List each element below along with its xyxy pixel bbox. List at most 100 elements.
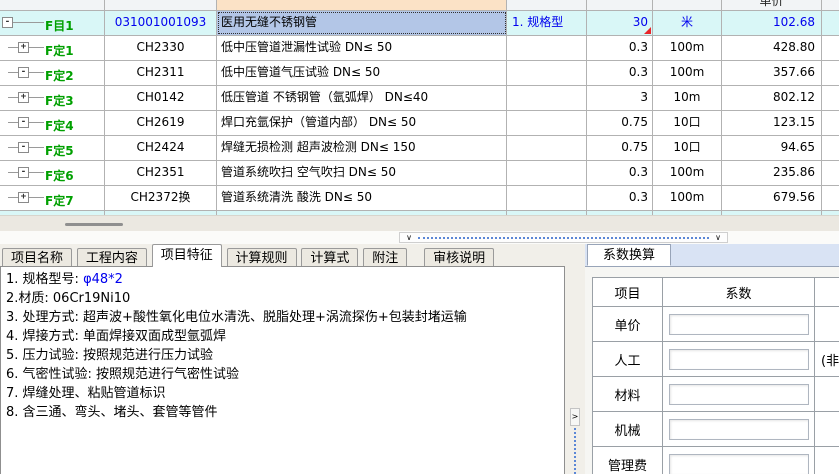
cell-name[interactable]: 焊缝无损检测 超声波检测 DN≤ 150 [217,136,507,160]
cell-unit[interactable]: 10口 [653,136,722,160]
cell-name[interactable]: 低中压管道气压试验 DN≤ 50 [217,61,507,85]
chevron-right-icon[interactable]: > [570,408,580,426]
cell-price[interactable]: 123.15 [722,111,822,135]
tab-calc-formula[interactable]: 计算式 [301,248,359,268]
cell-unit[interactable]: 10m [653,86,722,110]
cell-name[interactable]: 管道系统清洗 酸洗 DN≤ 50 [217,186,507,210]
table-row[interactable]: - F定2 CH2311 低中压管道气压试验 DN≤ 50 0.3 100m 35… [0,61,839,86]
tab-item-feature[interactable]: 项目特征 [151,244,222,267]
cell-extra[interactable] [822,11,839,35]
management-fee-coeff-input[interactable] [668,453,809,474]
table-row[interactable]: - F定6 CH2351 管道系统吹扫 空气吹扫 DN≤ 50 0.3 100m … [0,161,839,186]
cell-unit[interactable]: 100m [653,36,722,60]
cell-unit[interactable]: 10口 [653,111,722,135]
cell-name[interactable]: 低压管道 不锈钢管（氩弧焊） DN≤40 [217,86,507,110]
cell-feature[interactable] [507,136,587,160]
cell-code[interactable]: CH2424 [105,136,217,160]
collapsible-splitter[interactable]: ∨ ∨ [399,232,728,243]
cell-price[interactable]: 428.80 [722,36,822,60]
expand-toggle-icon[interactable]: + [18,92,29,103]
cell-unit[interactable]: 100m [653,186,722,210]
cell-qty[interactable]: 3 [587,86,653,110]
cell-qty[interactable]: 0.75 [587,136,653,160]
cell-extra[interactable] [822,36,839,60]
vertical-splitter[interactable]: > [567,266,585,474]
cell-extra[interactable] [822,161,839,185]
collapse-toggle-icon[interactable]: - [18,167,29,178]
cell-qty[interactable]: 0.3 [587,61,653,85]
cell-feature[interactable] [507,161,587,185]
cell-code[interactable]: CH2330 [105,36,217,60]
feature-text-area[interactable]: 1. 规格型号: φ48*2 2.材质: 06Cr19Ni10 3. 处理方式:… [0,266,565,474]
cell-note-marker [644,27,651,34]
collapse-toggle-icon[interactable]: - [18,117,29,128]
machine-coeff-input[interactable] [668,418,809,440]
cell-feature[interactable] [507,186,587,210]
cell-price[interactable]: 357.66 [722,61,822,85]
cell-price[interactable]: 235.86 [722,161,822,185]
cell-extra[interactable] [822,61,839,85]
cell-code[interactable]: CH2619 [105,111,217,135]
table-row[interactable]: - F定5 CH2424 焊缝无损检测 超声波检测 DN≤ 150 0.75 10… [0,136,839,161]
cell-feature[interactable] [507,61,587,85]
cell-qty[interactable]: 0.3 [587,161,653,185]
cell-qty[interactable]: 30 [587,11,653,35]
labor-coeff-input[interactable] [668,348,809,370]
chevron-down-icon[interactable]: ∨ [709,233,727,242]
cell-extra[interactable] [822,136,839,160]
table-row[interactable]: + F定1 CH2330 低中压管道泄漏性试验 DN≤ 50 0.3 100m 4… [0,36,839,61]
table-row[interactable]: + F定3 CH0142 低压管道 不锈钢管（氩弧焊） DN≤40 3 10m 8… [0,86,839,111]
chevron-down-icon[interactable]: ∨ [400,233,418,242]
cell-qty[interactable]: 0.75 [587,111,653,135]
collapse-toggle-icon[interactable]: - [18,142,29,153]
cell-code[interactable]: CH0142 [105,86,217,110]
cell-extra[interactable] [822,186,839,210]
cell-feature[interactable] [507,36,587,60]
header-tree [0,0,105,10]
cell-extra[interactable] [822,111,839,135]
cell-feature[interactable] [507,86,587,110]
cell-qty[interactable]: 0.3 [587,186,653,210]
cell-name[interactable]: 管道系统吹扫 空气吹扫 DN≤ 50 [217,161,507,185]
cell-code[interactable]: 031001001093 [105,11,217,35]
header-price: 单价 [722,0,822,10]
cell-extra[interactable] [822,86,839,110]
cell-feature[interactable]: 1. 规格型 [507,11,587,35]
cell-unit[interactable]: 米 [653,11,722,35]
coeff-row-note: (非 [815,342,839,376]
table-row[interactable]: + F定7 CH2372换 管道系统清洗 酸洗 DN≤ 50 0.3 100m 6… [0,186,839,211]
cell-name-selected[interactable]: 医用无缝不锈钢管 [217,11,507,35]
tab-work-content[interactable]: 工程内容 [76,248,147,268]
cell-feature[interactable] [507,111,587,135]
unit-price-coeff-input[interactable] [668,313,809,335]
cell-price[interactable]: 802.12 [722,86,822,110]
cell-name[interactable]: 低中压管道泄漏性试验 DN≤ 50 [217,36,507,60]
cell-price[interactable]: 94.65 [722,136,822,160]
cell-unit[interactable]: 100m [653,161,722,185]
tab-review-note[interactable]: 审核说明 [424,248,495,268]
tab-note[interactable]: 附注 [363,248,408,268]
cell-unit[interactable]: 100m [653,61,722,85]
collapse-toggle-icon[interactable]: - [18,67,29,78]
horizontal-splitter[interactable] [0,215,839,232]
expand-toggle-icon[interactable]: + [18,192,29,203]
cell-qty[interactable]: 0.3 [587,36,653,60]
splitter-grip[interactable] [65,223,123,226]
cell-price[interactable]: 102.68 [722,11,822,35]
tab-item-name[interactable]: 项目名称 [2,248,73,268]
expand-toggle-icon[interactable]: + [18,42,29,53]
collapse-toggle-icon[interactable]: - [2,17,13,28]
table-row[interactable]: - F定4 CH2619 焊口充氩保护（管道内部） DN≤ 50 0.75 10口… [0,111,839,136]
splitter-dotted-line[interactable] [418,236,709,239]
table-row[interactable]: - F目1 031001001093 医用无缝不锈钢管 1. 规格型 30 米 … [0,11,839,36]
cell-code[interactable]: CH2351 [105,161,217,185]
cell-code[interactable]: CH2372换 [105,186,217,210]
bill-items-table: 单价 - F目1 031001001093 医用无缝不锈钢管 1. 规格型 30… [0,0,839,215]
cell-price[interactable]: 679.56 [722,186,822,210]
cell-code[interactable]: CH2311 [105,61,217,85]
tab-coefficient-convert[interactable]: 系数换算 [587,244,672,266]
tab-calc-rule[interactable]: 计算规则 [226,248,297,268]
splitter-dotted-line[interactable] [574,428,576,474]
cell-name[interactable]: 焊口充氩保护（管道内部） DN≤ 50 [217,111,507,135]
material-coeff-input[interactable] [668,383,809,405]
